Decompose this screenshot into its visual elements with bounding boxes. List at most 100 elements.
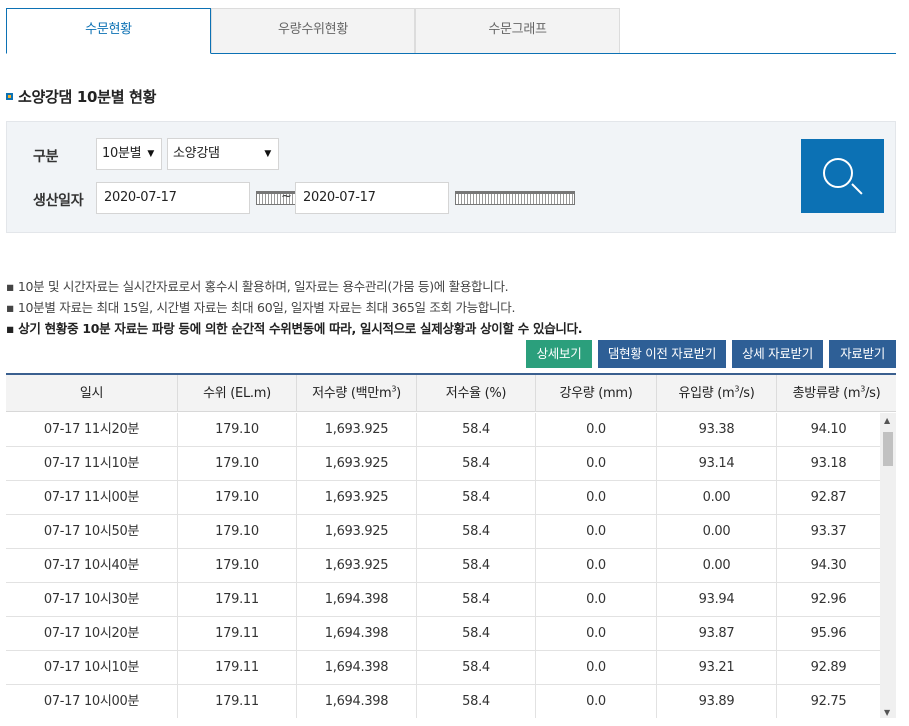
scroll-up-icon[interactable]: ▲ — [884, 416, 890, 425]
cell-water-level: 179.11 — [178, 583, 297, 617]
cell-water-level: 179.10 — [178, 515, 297, 549]
cell-water-level: 179.10 — [178, 481, 297, 515]
interval-select-value: 10분별 — [102, 146, 142, 161]
cell-storage: 1,693.925 — [297, 413, 417, 447]
start-date-input[interactable]: 2020-07-17 — [96, 182, 250, 214]
header-water-level: 수위 (EL.m) — [178, 375, 297, 412]
table-row: 07-17 10시00분 179.11 1,694.398 58.4 0.0 93.89 9… — [6, 685, 880, 718]
data-table: 일시 수위 (EL.m) 저수량 (백만m3) 저수율 (%) 강우량 (mm)… — [6, 373, 896, 718]
cell-storage: 1,693.925 — [297, 447, 417, 481]
tab-hydrology-status[interactable]: 수문현황 — [6, 8, 211, 54]
cell-rainfall: 0.0 — [536, 447, 657, 481]
date-range-separator: ~ — [281, 189, 292, 204]
cell-inflow: 93.21 — [657, 651, 777, 685]
search-button[interactable] — [801, 139, 884, 213]
table-row: 07-17 10시50분 179.10 1,693.925 58.4 0.0 0.00 93… — [6, 515, 880, 549]
cell-water-level: 179.11 — [178, 685, 297, 718]
detail-view-button[interactable]: 상세보기 — [526, 340, 592, 368]
detail-data-download-button[interactable]: 상세 자료받기 — [732, 340, 823, 368]
cell-inflow: 0.00 — [657, 481, 777, 515]
cell-water-level: 179.10 — [178, 447, 297, 481]
title-bullet-icon — [6, 93, 13, 100]
cell-rainfall: 0.0 — [536, 549, 657, 583]
cell-outflow: 94.30 — [810, 558, 847, 573]
cell-time: 07-17 11시20분 — [6, 413, 178, 447]
table-row: 07-17 11시20분 179.10 1,693.925 58.4 0.0 93.38 9… — [6, 413, 880, 447]
header-storage: 저수량 (백만m3) — [297, 375, 417, 412]
cell-outflow: 92.89 — [810, 660, 847, 675]
notice-item: ▪ 10분별 자료는 최대 15일, 시간별 자료는 최대 60일, 일자별 자… — [6, 300, 516, 315]
dropdown-arrow-icon: ▼ — [264, 149, 271, 159]
cell-outflow: 94.10 — [810, 422, 847, 437]
cell-inflow: 93.94 — [657, 583, 777, 617]
notice-item: ▪ 10분 및 시간자료는 실시간자료로서 홍수시 활용하며, 일자료는 용수관… — [6, 279, 509, 294]
table-row: 07-17 10시30분 179.11 1,694.398 58.4 0.0 93.94 9… — [6, 583, 880, 617]
scroll-down-icon[interactable]: ▼ — [884, 708, 890, 717]
notice-item-emphasis: ▪ 상기 현황중 10분 자료는 파랑 등에 의한 순간적 수위변동에 따라, … — [6, 321, 583, 336]
header-inflow: 유입량 (m3/s) — [657, 375, 777, 412]
bullet: ▪ — [6, 300, 15, 315]
dam-select[interactable]: 소양강댐 ▼ — [167, 138, 279, 170]
cell-storage: 1,694.398 — [297, 685, 417, 718]
cell-water-level: 179.10 — [178, 413, 297, 447]
cell-storage: 1,694.398 — [297, 651, 417, 685]
cell-storage-rate: 58.4 — [417, 617, 536, 651]
tab-rainfall-waterlevel[interactable]: 우량수위현황 — [211, 8, 415, 53]
bullet: ▪ — [6, 279, 15, 294]
tab-hydrology-graph[interactable]: 수문그래프 — [415, 8, 620, 53]
calendar-icon[interactable] — [455, 191, 575, 205]
cell-storage-rate: 58.4 — [417, 413, 536, 447]
cell-water-level: 179.10 — [178, 549, 297, 583]
cell-storage: 1,694.398 — [297, 583, 417, 617]
cell-time: 07-17 10시30분 — [6, 583, 178, 617]
cell-rainfall: 0.0 — [536, 413, 657, 447]
cell-rainfall: 0.0 — [536, 481, 657, 515]
table-scrollbar[interactable]: ▲ ▼ — [880, 413, 896, 718]
cell-inflow: 93.14 — [657, 447, 777, 481]
cell-water-level: 179.11 — [178, 651, 297, 685]
cell-storage-rate: 58.4 — [417, 549, 536, 583]
cell-inflow: 93.89 — [657, 685, 777, 718]
cell-outflow: 93.18 — [810, 456, 847, 471]
section-title: 소양강댐 10분별 현황 — [6, 86, 156, 107]
table-header: 일시 수위 (EL.m) 저수량 (백만m3) 저수율 (%) 강우량 (mm)… — [6, 375, 896, 412]
dam-select-value: 소양강댐 — [173, 146, 220, 161]
section-title-text: 소양강댐 10분별 현황 — [18, 88, 157, 106]
cell-water-level: 179.11 — [178, 617, 297, 651]
cell-storage: 1,693.925 — [297, 481, 417, 515]
table-row: 07-17 11시00분 179.10 1,693.925 58.4 0.0 0.00 92… — [6, 481, 880, 515]
cell-rainfall: 0.0 — [536, 685, 657, 718]
header-storage-rate: 저수율 (%) — [417, 375, 536, 412]
date-label: 생산일자 — [33, 193, 84, 209]
cell-outflow: 92.87 — [810, 490, 847, 505]
table-row: 07-17 11시10분 179.10 1,693.925 58.4 0.0 93.14 9… — [6, 447, 880, 481]
cell-rainfall: 0.0 — [536, 583, 657, 617]
table-row: 07-17 10시10분 179.11 1,694.398 58.4 0.0 93.21 9… — [6, 651, 880, 685]
cell-outflow: 92.96 — [810, 592, 847, 607]
cell-storage: 1,693.925 — [297, 549, 417, 583]
cell-time: 07-17 10시00분 — [6, 685, 178, 718]
category-label: 구분 — [33, 149, 59, 165]
tab-bar: 수문현황 우량수위현황 수문그래프 — [6, 8, 896, 54]
bullet: ▪ — [6, 321, 15, 336]
previous-data-download-button[interactable]: 댐현황 이전 자료받기 — [598, 340, 726, 368]
scrollbar-thumb[interactable] — [883, 432, 893, 466]
cell-storage-rate: 58.4 — [417, 447, 536, 481]
search-icon — [823, 158, 853, 188]
data-download-button[interactable]: 자료받기 — [829, 340, 896, 368]
dropdown-arrow-icon: ▼ — [147, 149, 154, 159]
search-panel: 구분 10분별 ▼ 소양강댐 ▼ 생산일자 2020-07-17 ~ 2020-… — [6, 121, 896, 233]
cell-inflow: 0.00 — [657, 515, 777, 549]
cell-storage-rate: 58.4 — [417, 685, 536, 718]
header-time: 일시 — [6, 375, 178, 412]
cell-storage-rate: 58.4 — [417, 651, 536, 685]
cell-storage-rate: 58.4 — [417, 481, 536, 515]
end-date-input[interactable]: 2020-07-17 — [295, 182, 449, 214]
cell-inflow: 93.38 — [657, 413, 777, 447]
cell-outflow: 95.96 — [810, 626, 847, 641]
cell-time: 07-17 11시00분 — [6, 481, 178, 515]
table-row: 07-17 10시20분 179.11 1,694.398 58.4 0.0 93.87 9… — [6, 617, 880, 651]
cell-storage-rate: 58.4 — [417, 583, 536, 617]
interval-select[interactable]: 10분별 ▼ — [96, 138, 162, 170]
header-rainfall: 강우량 (mm) — [536, 375, 657, 412]
